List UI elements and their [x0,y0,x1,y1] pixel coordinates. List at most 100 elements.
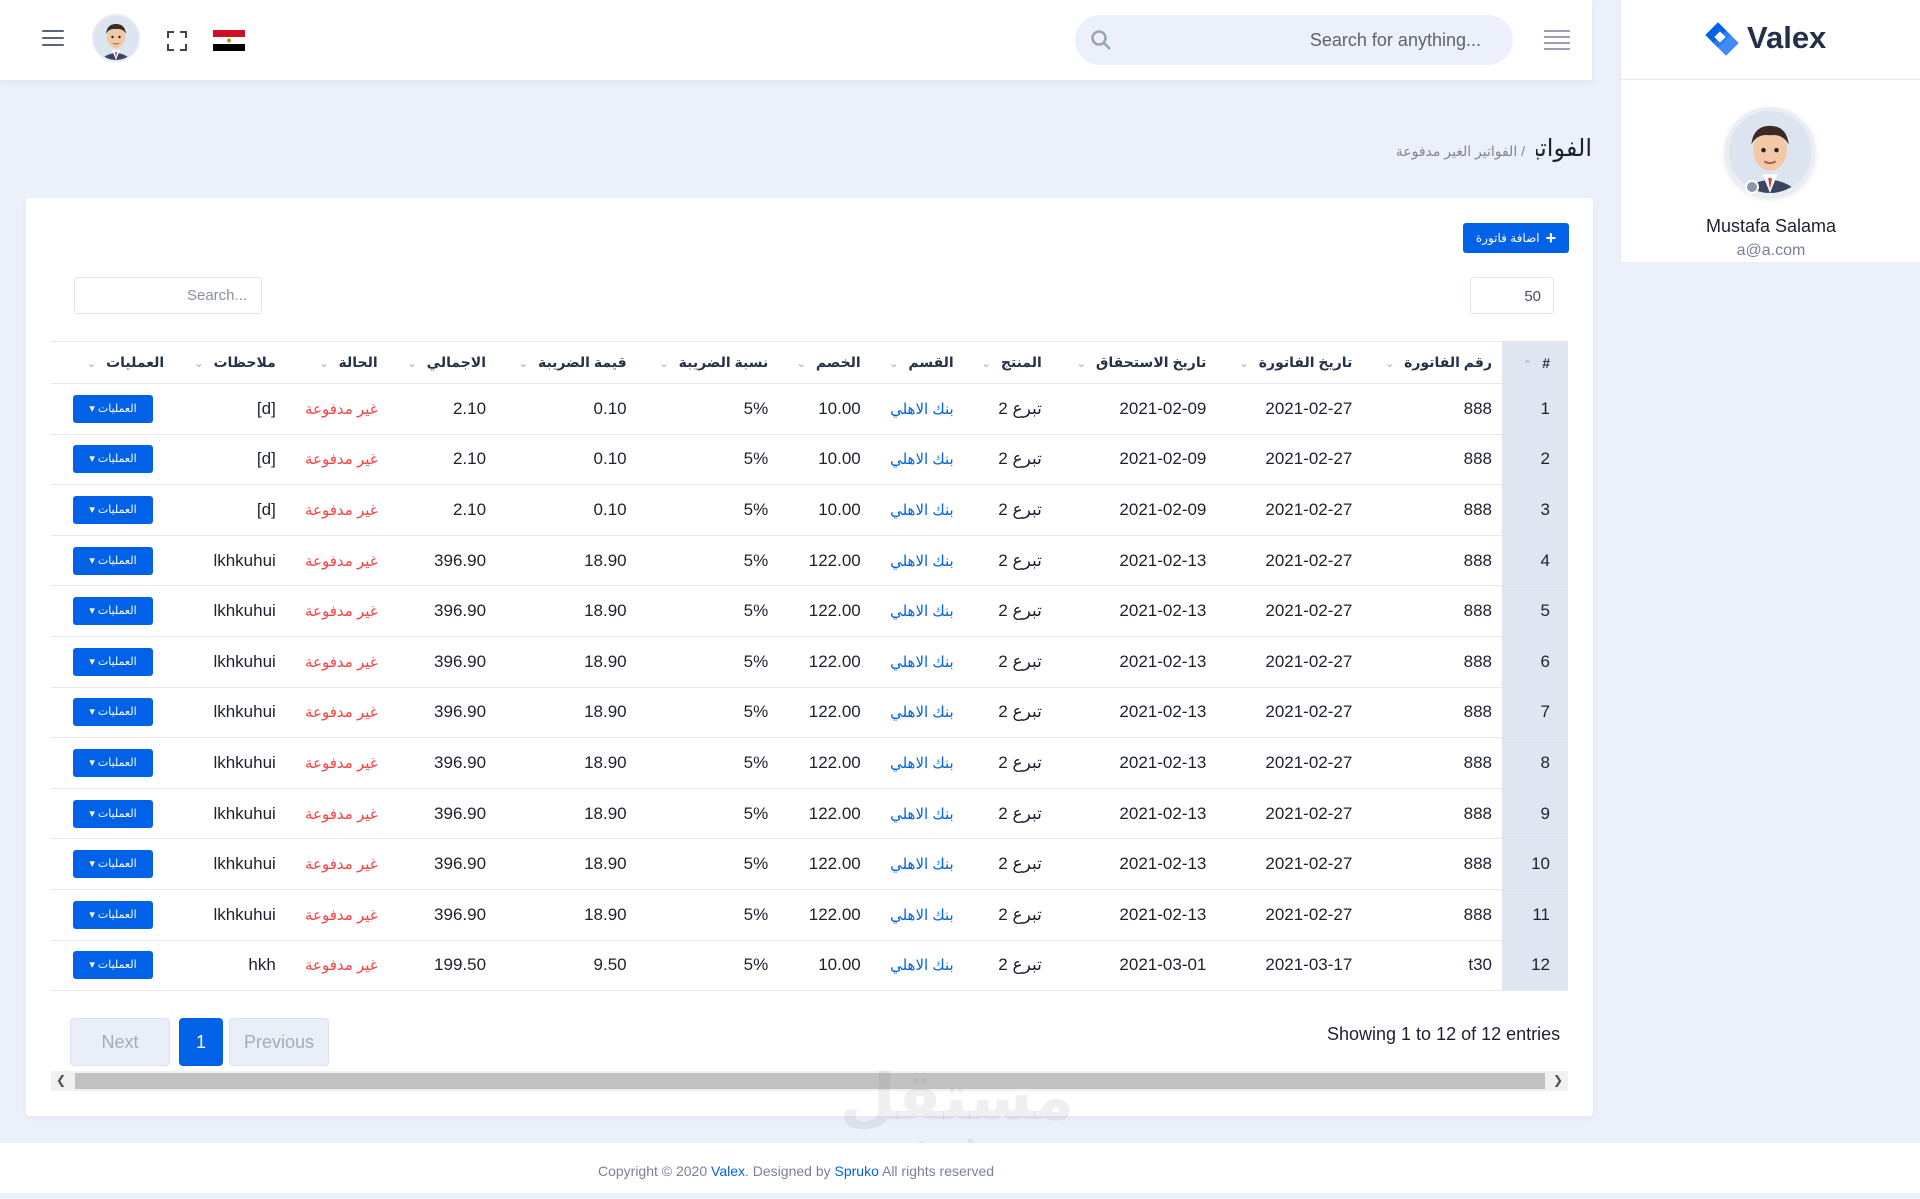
operations-dropdown-button[interactable]: العمليات ▾ [73,850,153,879]
product-cell: تبرع 2 [963,383,1052,435]
column-header[interactable]: تاريخ الاستحقاق ⌄ [1051,341,1217,384]
operations-dropdown-button[interactable]: العمليات ▾ [73,597,153,626]
due-date-cell: 2021-02-09 [1051,434,1217,486]
operations-label: العمليات [97,554,137,567]
tax-rate-cell: 5% [636,383,779,435]
column-header[interactable]: الحالة ⌄ [285,341,388,384]
page-1-button[interactable]: 1 [179,1018,223,1066]
menu-lines-icon[interactable] [1544,30,1570,52]
row-index-cell: 9 [1502,788,1568,840]
column-header[interactable]: الاجمالي ⌄ [387,341,497,384]
invoice-number-cell: 888 [1362,535,1502,587]
add-invoice-button[interactable]: اضافة فاتورة + [1463,223,1569,253]
table-row: 9 888 2021-02-27 2021-02-13 تبرع 2 بنك الاهلي… [51,788,1568,840]
global-search-input[interactable]: Search for anything... [1075,15,1513,65]
column-header-label: ملاحظات [213,354,276,370]
horizontal-scrollbar[interactable]: ❮ ❯ [51,1071,1568,1091]
table-body: 1 888 2021-02-27 2021-02-09 تبرع 2 بنك الاهلي… [51,383,1568,992]
sort-icon: ⌃ [1522,358,1533,371]
tax-rate-cell: 5% [636,788,779,840]
egypt-flag-icon[interactable] [213,30,245,51]
due-date-cell: 2021-02-13 [1051,788,1217,840]
breadcrumb-separator: / [1521,143,1525,159]
total-cell: 2.10 [387,434,497,486]
row-index-cell: 5 [1502,585,1568,637]
column-header[interactable]: ملاحظات ⌄ [174,341,286,384]
table-row: 8 888 2021-02-27 2021-02-13 تبرع 2 بنك الاهلي… [51,737,1568,789]
invoice-date-cell: 2021-02-27 [1216,383,1363,435]
column-header[interactable]: القسم ⌄ [870,341,964,384]
table-row: 6 888 2021-02-27 2021-02-13 تبرع 2 بنك الاهلي… [51,636,1568,688]
operations-label: العمليات [97,402,137,415]
brand-link[interactable]: Valex [711,1163,745,1179]
scrollbar-thumb[interactable] [75,1073,1545,1089]
status-cell: غير مدفوعة [285,889,388,941]
table-search-input[interactable]: Search... [74,277,262,314]
due-date-cell: 2021-02-09 [1051,484,1217,536]
page-length-select[interactable]: 50 [1470,277,1554,314]
sort-icon: ⌄ [1239,358,1249,370]
total-cell: 396.90 [387,737,497,789]
breadcrumb-sub[interactable]: الفواتير الغير مدفوعة [1396,143,1517,159]
previous-page-button[interactable]: Previous [229,1018,329,1066]
total-cell: 2.10 [387,383,497,435]
operations-cell: العمليات ▾ [51,434,175,486]
product-cell: تبرع 2 [963,940,1052,992]
invoice-date-cell: 2021-02-27 [1216,484,1363,536]
copyright-suffix: All rights reserved [881,1163,995,1179]
menu-icon[interactable] [42,30,64,48]
tax-rate-cell: 5% [636,585,779,637]
column-header[interactable]: نسبة الضريبة ⌄ [636,341,779,384]
column-header[interactable]: #⌃ [1502,341,1568,384]
status-cell: غير مدفوعة [285,636,388,688]
notes-cell: hkh [174,940,286,992]
operations-dropdown-button[interactable]: العمليات ▾ [73,394,153,423]
caret-down-icon: ▾ [89,908,98,921]
operations-dropdown-button[interactable]: العمليات ▾ [73,748,153,777]
operations-dropdown-button[interactable]: العمليات ▾ [73,698,153,727]
column-header[interactable]: الخصم ⌄ [778,341,871,384]
footer: Copyright © 2020 Valex. Designed by Spru… [0,1143,1920,1193]
designer-link[interactable]: Spruko [835,1163,879,1179]
operations-dropdown-button[interactable]: العمليات ▾ [73,799,153,828]
row-index-cell: 7 [1502,687,1568,739]
fullscreen-icon[interactable] [166,30,188,52]
operations-dropdown-button[interactable]: العمليات ▾ [73,546,153,575]
status-cell: غير مدفوعة [285,788,388,840]
operations-cell: العمليات ▾ [51,838,175,890]
scroll-left-icon[interactable]: ❮ [56,1073,66,1087]
operations-dropdown-button[interactable]: العمليات ▾ [73,445,153,474]
operations-dropdown-button[interactable]: العمليات ▾ [73,951,153,980]
avatar[interactable] [92,14,140,62]
column-header[interactable]: تاريخ الفاتورة ⌄ [1216,341,1363,384]
invoice-date-cell: 2021-03-17 [1216,940,1363,992]
user-avatar[interactable] [1725,107,1815,197]
invoice-number-cell: 888 [1362,687,1502,739]
operations-cell: العمليات ▾ [51,585,175,637]
column-header[interactable]: المنتج ⌄ [963,341,1052,384]
department-cell: بنك الاهلي [870,940,964,992]
column-header[interactable]: العمليات ⌄ [51,341,175,384]
next-page-button[interactable]: Next [70,1018,170,1066]
operations-dropdown-button[interactable]: العمليات ▾ [73,900,153,929]
table-row: 4 888 2021-02-27 2021-02-13 تبرع 2 بنك الاهلي… [51,535,1568,587]
logo[interactable]: Valex [1621,0,1920,80]
table-row: 1 888 2021-02-27 2021-02-09 تبرع 2 بنك الاهلي… [51,383,1568,435]
total-cell: 396.90 [387,535,497,587]
discount-cell: 10.00 [778,434,871,486]
scroll-right-icon[interactable]: ❯ [1553,1073,1563,1087]
status-cell: غير مدفوعة [285,535,388,587]
operations-dropdown-button[interactable]: العمليات ▾ [73,647,153,676]
column-header[interactable]: رقم الفاتورة ⌄ [1362,341,1502,384]
operations-label: العمليات [97,908,137,921]
sort-icon: ⌄ [407,358,417,370]
product-cell: تبرع 2 [963,535,1052,587]
operations-dropdown-button[interactable]: العمليات ▾ [73,495,153,524]
invoice-date-cell: 2021-02-27 [1216,889,1363,941]
due-date-cell: 2021-02-13 [1051,737,1217,789]
column-header-label: العمليات [106,354,165,370]
column-header-label: الحالة [338,354,378,370]
notes-cell: lkhkuhui [174,636,286,688]
tax-value-cell: 9.50 [496,940,637,992]
column-header[interactable]: قيمة الضريبة ⌄ [496,341,637,384]
